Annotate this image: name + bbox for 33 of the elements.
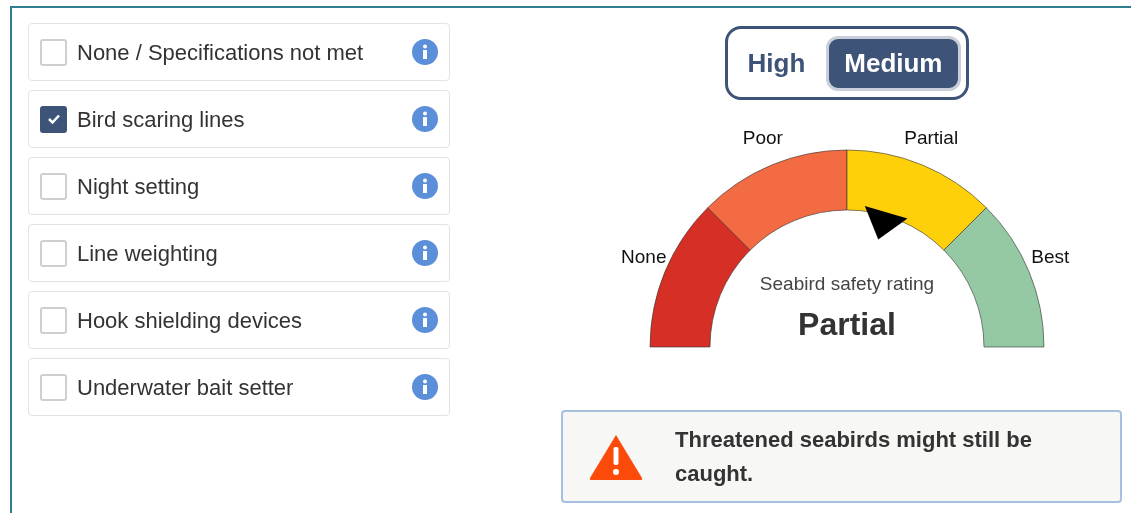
option-row[interactable]: Underwater bait setter	[28, 358, 450, 416]
option-row[interactable]: Bird scaring lines	[28, 90, 450, 148]
option-row[interactable]: Hook shielding devices	[28, 291, 450, 349]
info-icon[interactable]	[412, 173, 438, 199]
check-icon	[46, 113, 61, 125]
option-label: Hook shielding devices	[77, 306, 304, 335]
segment-label: Best	[1030, 245, 1069, 267]
alert-message: Threatened seabirds might still be caught.	[675, 425, 1033, 488]
info-icon[interactable]	[412, 374, 438, 400]
option-label: Underwater bait setter	[77, 373, 295, 402]
segment-label: None	[620, 245, 666, 267]
info-icon[interactable]	[412, 240, 438, 266]
info-icon[interactable]	[412, 307, 438, 333]
gauge-title: Seabird safety rating	[759, 273, 934, 294]
rating-value: Partial	[797, 306, 896, 342]
segment-label: Poor	[742, 126, 783, 148]
checkbox[interactable]	[40, 373, 67, 401]
option-label: Night setting	[77, 172, 201, 201]
checkbox[interactable]	[40, 105, 67, 133]
checkbox[interactable]	[40, 172, 67, 200]
info-icon[interactable]	[412, 39, 438, 65]
option-row[interactable]: Night setting	[28, 157, 450, 215]
option-label: None / Specifications not met	[77, 38, 365, 67]
option-label: Bird scaring lines	[77, 105, 246, 134]
segment-label: Partial	[903, 126, 958, 148]
option-row[interactable]: Line weighting	[28, 224, 450, 282]
option-row[interactable]: None / Specifications not met	[28, 23, 450, 81]
checkbox[interactable]	[40, 38, 67, 66]
checkbox[interactable]	[40, 306, 67, 334]
option-label: Line weighting	[77, 239, 219, 268]
toggle-option[interactable]: Medium	[826, 35, 961, 91]
checkbox[interactable]	[40, 239, 67, 267]
info-icon[interactable]	[412, 106, 438, 132]
